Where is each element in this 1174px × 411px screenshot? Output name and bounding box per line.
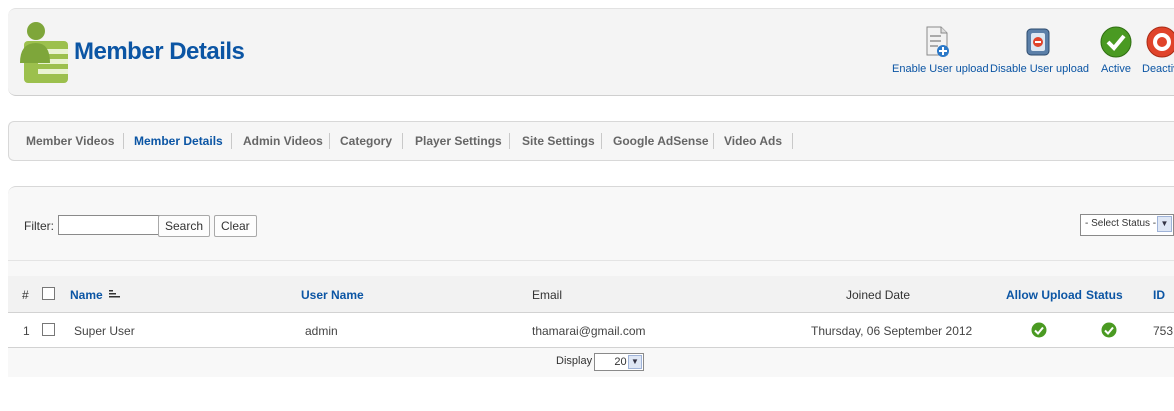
enable-upload-icon	[926, 26, 949, 57]
member-username: admin	[305, 324, 338, 338]
tab-category[interactable]: Category	[340, 133, 392, 149]
row-checkbox[interactable]	[42, 323, 55, 336]
deactive-icon	[1146, 26, 1174, 58]
member-email: thamarai@gmail.com	[532, 324, 646, 338]
tab-bar: Member Videos Member Details Admin Video…	[8, 121, 1174, 161]
active-button[interactable]: Active	[1096, 17, 1136, 75]
tab-divider	[123, 133, 124, 149]
column-header-joined-date: Joined Date	[846, 288, 911, 302]
column-header-allow-upload[interactable]: Allow Upload	[1006, 288, 1082, 302]
member-id: 753	[1153, 324, 1174, 338]
tab-divider	[231, 133, 232, 149]
chevron-down-icon: ▼	[1157, 216, 1172, 232]
column-header-username[interactable]: User Name	[301, 288, 364, 302]
chevron-down-icon: ▼	[628, 355, 642, 369]
column-header-name[interactable]: Name	[70, 288, 121, 302]
member-joined-date: Thursday, 06 September 2012	[811, 324, 973, 338]
deactive-button[interactable]: Deactive	[1142, 17, 1174, 75]
table-row: 1 Super User admin thamarai@gmail.com Th…	[8, 313, 1174, 348]
tab-divider	[329, 133, 330, 149]
tab-member-videos[interactable]: Member Videos	[26, 133, 114, 149]
column-header-status[interactable]: Status	[1086, 288, 1123, 302]
row-number: 1	[23, 324, 30, 338]
tab-divider	[601, 133, 602, 149]
tab-divider	[402, 133, 403, 149]
status-select[interactable]: - Select Status - ▼	[1080, 214, 1174, 236]
disable-upload-icon	[1026, 28, 1050, 56]
clear-button[interactable]: Clear	[214, 215, 257, 237]
member-name: Super User	[74, 324, 135, 338]
page-title: Member Details	[74, 38, 245, 65]
tab-site-settings[interactable]: Site Settings	[522, 133, 595, 149]
tab-divider	[509, 133, 510, 149]
tab-member-details[interactable]: Member Details	[134, 133, 223, 149]
section-divider	[8, 260, 1174, 261]
enable-upload-button[interactable]: Enable User upload	[892, 17, 989, 75]
tab-google-adsense[interactable]: Google AdSense	[613, 133, 709, 149]
tab-player-settings[interactable]: Player Settings	[415, 133, 502, 149]
tab-video-ads[interactable]: Video Ads	[724, 133, 782, 149]
status-active-check-icon[interactable]	[1101, 322, 1117, 338]
active-check-icon	[1100, 26, 1132, 58]
search-button[interactable]: Search	[158, 215, 211, 237]
page-header: Member Details Enable User upload Disabl…	[8, 8, 1174, 96]
page-limit-select[interactable]: 20 ▼	[594, 353, 644, 371]
disable-upload-button[interactable]: Disable User upload	[990, 17, 1089, 75]
tab-admin-videos[interactable]: Admin Videos	[243, 133, 323, 149]
pagination-bar: Display # 20 ▼	[8, 351, 1174, 375]
tab-divider	[713, 133, 714, 149]
page-limit-value: 20	[614, 356, 627, 368]
filter-label: Filter:	[24, 219, 54, 233]
allow-upload-check-icon[interactable]	[1031, 322, 1047, 338]
status-select-value: - Select Status -	[1085, 218, 1157, 229]
sort-ascending-icon	[109, 290, 121, 298]
column-header-email: Email	[532, 288, 563, 302]
member-logo-icon	[20, 22, 68, 83]
select-all-checkbox[interactable]	[42, 287, 55, 300]
tab-divider	[792, 133, 793, 149]
table-header-row: # Name User Name Email Joined Date Allow…	[8, 276, 1174, 313]
column-header-number: #	[22, 288, 29, 302]
column-header-id[interactable]: ID	[1153, 288, 1165, 302]
